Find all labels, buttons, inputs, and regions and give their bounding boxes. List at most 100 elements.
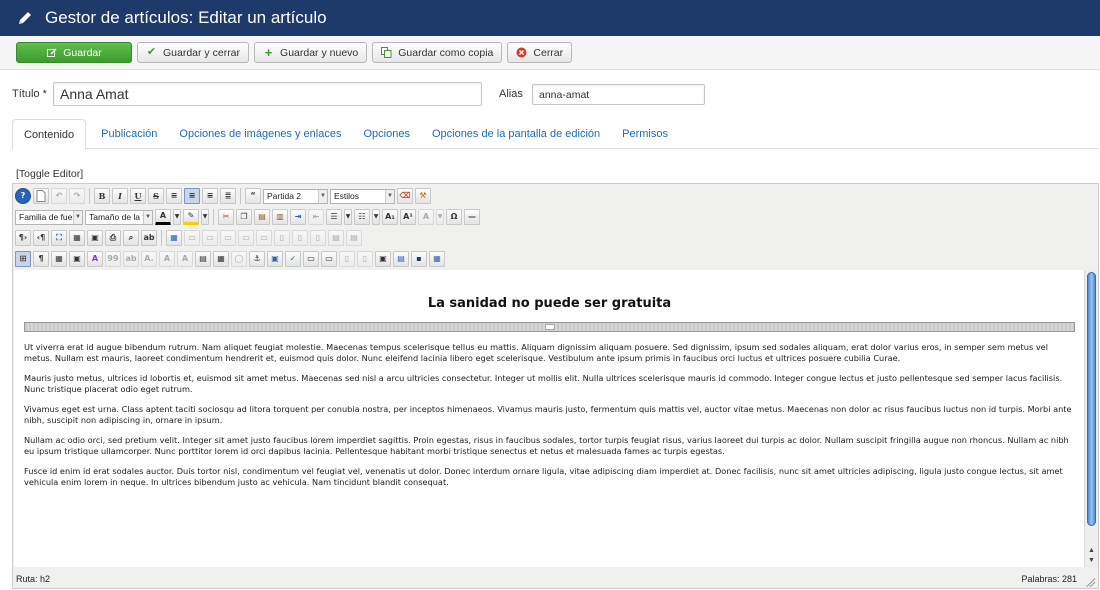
rtl-direction-icon[interactable]: ‹¶ (33, 230, 49, 246)
delete-text-icon[interactable]: A (177, 251, 193, 267)
cite-icon[interactable]: 99 (105, 251, 121, 267)
search-icon[interactable]: ⌕ (123, 230, 139, 246)
paste-icon[interactable]: ▤ (254, 209, 270, 225)
split-cells-icon[interactable]: ▤ (328, 230, 344, 246)
save-new-button[interactable]: + Guardar y nuevo (254, 42, 368, 63)
title-input[interactable] (53, 82, 482, 106)
visual-aid-icon[interactable]: ⊞ (15, 251, 31, 267)
insert-image-icon[interactable]: ▣ (267, 251, 283, 267)
chevron-down-icon[interactable]: ▼ (372, 209, 380, 225)
font-size-select[interactable]: Tamaño de la fuente ▼ (85, 209, 153, 225)
insert-col-after-icon[interactable]: ▯ (292, 230, 308, 246)
replace-icon[interactable]: ab (141, 230, 157, 246)
bullet-list-icon[interactable]: ☰ (326, 209, 342, 225)
disabled-icon[interactable]: ▯ (339, 251, 355, 267)
font-dim-icon[interactable]: A (418, 209, 434, 225)
preview-icon[interactable]: ▦ (69, 230, 85, 246)
alias-input[interactable] (532, 84, 705, 105)
cleanup-broom-icon[interactable]: ⚒ (415, 188, 431, 204)
merge-cells-icon[interactable]: ▤ (346, 230, 362, 246)
tab-opciones[interactable]: Opciones (352, 119, 420, 149)
font-family-select[interactable]: Familia de fuente ▼ (15, 209, 83, 225)
highlight-color-icon[interactable]: ✎ (183, 209, 199, 225)
save-button[interactable]: Guardar (16, 42, 132, 63)
cut-icon[interactable]: ✂ (218, 209, 234, 225)
copy-icon[interactable]: ❐ (236, 209, 252, 225)
new-document-icon[interactable] (33, 188, 49, 204)
disabled-icon[interactable]: ▯ (357, 251, 373, 267)
chevron-down-icon[interactable]: ▼ (173, 209, 181, 225)
table-row-props-icon[interactable]: ▭ (184, 230, 200, 246)
insert-col-before-icon[interactable]: ▯ (274, 230, 290, 246)
align-justify-icon[interactable]: ≣ (220, 188, 236, 204)
strikethrough-icon[interactable]: S (148, 188, 164, 204)
save-close-button[interactable]: ✔ Guardar y cerrar (137, 42, 250, 63)
align-left-icon[interactable]: ≡ (166, 188, 182, 204)
acronym-icon[interactable]: A. (141, 251, 157, 267)
insert-form-icon[interactable]: ▭ (303, 251, 319, 267)
print-preview-icon[interactable]: ▣ (87, 230, 103, 246)
insert-row-before-icon[interactable]: ▭ (220, 230, 236, 246)
scroll-up-icon[interactable]: ▲ (1087, 546, 1096, 555)
format-select[interactable]: Partida 2 ▼ (263, 188, 328, 204)
insert-box-icon[interactable]: ▭ (321, 251, 337, 267)
table-cell-props-icon[interactable]: ▭ (202, 230, 218, 246)
attributes-icon[interactable]: ▤ (195, 251, 211, 267)
insert-text-icon[interactable]: A (159, 251, 175, 267)
tab-permisos[interactable]: Permisos (611, 119, 679, 149)
save-disk-icon[interactable]: ▪ (411, 251, 427, 267)
save-copy-button[interactable]: Guardar como copia (372, 42, 503, 63)
insert-media-icon[interactable]: ▣ (375, 251, 391, 267)
chevron-down-icon[interactable]: ▼ (436, 209, 444, 225)
tab-pantalla-edicion[interactable]: Opciones de la pantalla de edición (421, 119, 611, 149)
indent-icon[interactable]: ⇥ (290, 209, 306, 225)
non-breaking-icon[interactable]: ◯ (231, 251, 247, 267)
chevron-down-icon[interactable]: ▼ (201, 209, 209, 225)
align-right-icon[interactable]: ≡ (202, 188, 218, 204)
chevron-down-icon[interactable]: ▼ (344, 209, 352, 225)
subscript-icon[interactable]: A₁ (382, 209, 398, 225)
special-character-icon[interactable]: Ω (446, 209, 462, 225)
resize-grip-icon[interactable] (1085, 577, 1095, 587)
insert-layer-icon[interactable]: ▦ (51, 251, 67, 267)
delete-row-icon[interactable]: ▭ (256, 230, 272, 246)
editor-scrollbar[interactable]: ▲ ▼ (1084, 270, 1097, 567)
align-center-icon[interactable]: ≡ (184, 188, 200, 204)
underline-icon[interactable]: U (130, 188, 146, 204)
template-icon[interactable]: ▦ (213, 251, 229, 267)
anchor-icon[interactable]: ⚓ (249, 251, 265, 267)
bold-icon[interactable]: B (94, 188, 110, 204)
tab-publicacion[interactable]: Publicación (90, 119, 168, 149)
font-style-icon[interactable]: A (87, 251, 103, 267)
blockquote-icon[interactable]: “ (245, 188, 261, 204)
help-icon[interactable]: ? (15, 188, 31, 204)
scrollbar-thumb[interactable] (1087, 272, 1096, 526)
editor-content-area[interactable]: La sanidad no puede ser gratuita Ut vive… (14, 270, 1085, 567)
eraser-icon[interactable]: ⌫ (397, 188, 413, 204)
insert-table-icon[interactable]: ▦ (166, 230, 182, 246)
style-props-icon[interactable]: ▣ (69, 251, 85, 267)
insert-row-after-icon[interactable]: ▭ (238, 230, 254, 246)
styles-select[interactable]: Estilos ▼ (330, 188, 395, 204)
close-button[interactable]: Cerrar (507, 42, 573, 63)
toggle-editor-link[interactable]: [Toggle Editor] (16, 168, 83, 180)
delete-col-icon[interactable]: ▯ (310, 230, 326, 246)
tab-imagenes-enlaces[interactable]: Opciones de imágenes y enlaces (168, 119, 352, 149)
undo-icon[interactable]: ↶ (51, 188, 67, 204)
article-icon[interactable]: ▦ (429, 251, 445, 267)
show-blocks-icon[interactable]: ¶ (33, 251, 49, 267)
tab-contenido[interactable]: Contenido (12, 119, 87, 150)
scroll-down-icon[interactable]: ▼ (1087, 556, 1096, 565)
outdent-icon[interactable]: ⇤ (308, 209, 324, 225)
superscript-icon[interactable]: A¹ (400, 209, 416, 225)
ltr-direction-icon[interactable]: ¶› (15, 230, 31, 246)
fullscreen-icon[interactable]: ⛶ (51, 230, 67, 246)
numbered-list-icon[interactable]: ☷ (354, 209, 370, 225)
italic-icon[interactable]: I (112, 188, 128, 204)
spellcheck-icon[interactable]: ✓ (285, 251, 301, 267)
horizontal-rule-icon[interactable]: — (464, 209, 480, 225)
print-icon[interactable]: ⎙ (105, 230, 121, 246)
redo-icon[interactable]: ↷ (69, 188, 85, 204)
paste-text-icon[interactable]: ▥ (272, 209, 288, 225)
text-color-icon[interactable]: A (155, 209, 171, 225)
